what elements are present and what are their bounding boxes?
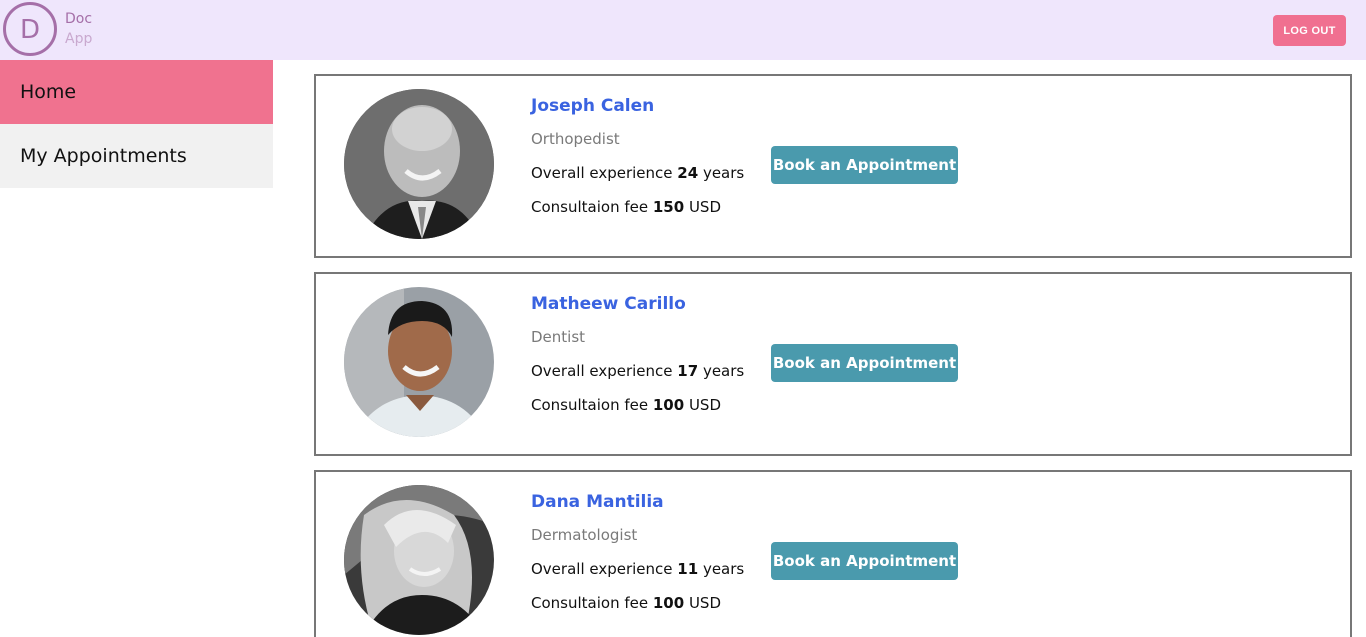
logo-word-app: App [65, 31, 93, 47]
experience-value: 11 [677, 560, 699, 578]
doctor-fee: Consultaion fee 100 USD [531, 396, 721, 414]
doctor-experience: Overall experience 24 years [531, 164, 744, 182]
doctor-specialty: Orthopedist [531, 130, 620, 148]
doctor-card: Dana Mantilia Dermatologist Overall expe… [314, 470, 1352, 637]
experience-label: Overall experience [531, 362, 673, 380]
sidebar: Home My Appointments [0, 60, 273, 188]
doctor-experience: Overall experience 11 years [531, 560, 744, 578]
fee-label: Consultaion fee [531, 594, 649, 612]
book-appointment-button[interactable]: Book an Appointment [771, 146, 958, 184]
doctor-card: Matheew Carillo Dentist Overall experien… [314, 272, 1352, 456]
doctor-name[interactable]: Joseph Calen [531, 96, 654, 116]
doctor-specialty: Dentist [531, 328, 586, 346]
experience-unit: years [702, 362, 745, 380]
sidebar-item-home[interactable]: Home [0, 60, 273, 124]
top-bar: D Doc App LOG OUT [0, 0, 1366, 60]
fee-label: Consultaion fee [531, 198, 649, 216]
logo-word-doc: Doc [65, 11, 93, 27]
logo[interactable]: D [3, 2, 57, 56]
fee-currency: USD [688, 198, 722, 216]
experience-value: 24 [677, 164, 699, 182]
fee-value: 150 [652, 198, 685, 216]
logo-letter: D [19, 15, 41, 45]
doctor-experience: Overall experience 17 years [531, 362, 744, 380]
book-appointment-button[interactable]: Book an Appointment [771, 542, 958, 580]
doctor-photo [344, 485, 494, 635]
doctor-photo [344, 89, 494, 239]
fee-currency: USD [688, 594, 722, 612]
book-appointment-button[interactable]: Book an Appointment [771, 344, 958, 382]
doctor-name[interactable]: Dana Mantilia [531, 492, 664, 512]
experience-unit: years [702, 164, 745, 182]
doctor-fee: Consultaion fee 100 USD [531, 594, 721, 612]
experience-value: 17 [677, 362, 699, 380]
logout-button[interactable]: LOG OUT [1273, 15, 1346, 46]
sidebar-item-my-appointments[interactable]: My Appointments [0, 124, 273, 188]
fee-label: Consultaion fee [531, 396, 649, 414]
experience-label: Overall experience [531, 560, 673, 578]
doctor-specialty: Dermatologist [531, 526, 638, 544]
fee-currency: USD [688, 396, 722, 414]
doctor-photo [344, 287, 494, 437]
fee-value: 100 [652, 396, 685, 414]
experience-unit: years [702, 560, 745, 578]
doctor-card: Joseph Calen Orthopedist Overall experie… [314, 74, 1352, 258]
doctor-fee: Consultaion fee 150 USD [531, 198, 721, 216]
fee-value: 100 [652, 594, 685, 612]
doctor-name[interactable]: Matheew Carillo [531, 294, 686, 314]
experience-label: Overall experience [531, 164, 673, 182]
